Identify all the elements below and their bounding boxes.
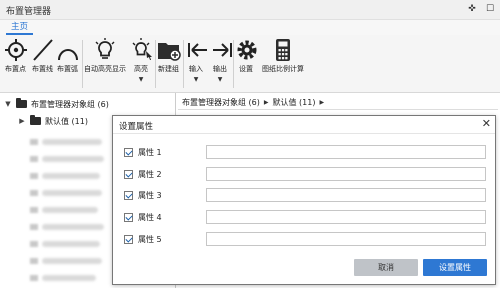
blurred-item-icon	[30, 275, 38, 281]
property-row-4: 属性 4	[124, 210, 162, 224]
property-checkbox[interactable]	[124, 169, 133, 179]
blurred-item	[42, 190, 102, 196]
import-dropdown-icon[interactable]: ▼	[185, 76, 207, 83]
property-checkbox[interactable]	[124, 234, 133, 244]
folder-icon	[16, 98, 27, 108]
property-label: 属性 5	[138, 234, 162, 244]
pin-icon[interactable]: ✜	[466, 3, 478, 15]
window-titlebar: 布置管理器 ✜ ☐	[0, 0, 500, 20]
auto-highlight-label: 自动高亮显示	[84, 65, 126, 73]
tree-root-label: 布置管理器对象组 (6)	[31, 99, 109, 109]
arc-icon	[58, 49, 78, 61]
window-controls: ✜ ☐	[466, 3, 496, 15]
property-label: 属性 4	[138, 212, 162, 222]
property-label: 属性 2	[138, 169, 162, 179]
blurred-item	[42, 241, 100, 247]
property-label: 属性 3	[138, 190, 162, 200]
lightbulb-icon	[95, 38, 115, 59]
ribbon-toolbar: 布置点 布置线 布置弧 自动高亮显示 高亮 ▼ 新建组 输入 ▼ 输出 ▼ 设置…	[0, 35, 500, 93]
place-line-button[interactable]: 布置线	[30, 38, 55, 90]
drawing-scale-button[interactable]: 图纸比例计算	[258, 38, 308, 90]
property-row-5: 属性 5	[124, 232, 162, 246]
ribbon-tabbar: 主页	[0, 20, 500, 35]
settings-button[interactable]: 设置	[234, 38, 258, 90]
place-arc-label: 布置弧	[57, 65, 78, 73]
property-row-1: 属性 1	[124, 145, 162, 159]
arrow-left-icon	[188, 43, 207, 57]
new-group-label: 新建组	[158, 65, 179, 73]
window-title: 布置管理器	[6, 7, 52, 17]
blurred-item	[42, 207, 98, 213]
blurred-item-icon	[30, 258, 38, 264]
highlight-label: 高亮	[134, 65, 148, 73]
import-button[interactable]: 输入 ▼	[185, 38, 207, 90]
place-point-label: 布置点	[5, 65, 26, 73]
export-dropdown-icon[interactable]: ▼	[209, 76, 231, 83]
highlight-button[interactable]: 高亮 ▼	[129, 38, 153, 90]
blurred-item-icon	[30, 207, 38, 213]
property-label: 属性 1	[138, 147, 162, 157]
gear-icon	[237, 40, 257, 60]
place-point-button[interactable]: 布置点	[3, 38, 28, 90]
new-folder-icon	[158, 43, 181, 61]
arrow-right-icon	[213, 43, 232, 57]
property-input[interactable]	[206, 210, 486, 224]
blurred-item	[42, 258, 102, 264]
drawing-scale-label: 图纸比例计算	[262, 65, 304, 73]
export-button[interactable]: 输出 ▼	[209, 38, 232, 90]
property-input[interactable]	[206, 145, 486, 159]
tree-child-node[interactable]: ▶ 默认值 (11)	[18, 114, 88, 128]
export-label: 输出	[213, 65, 227, 73]
breadcrumb-segment[interactable]: 布置管理器对象组 (6)	[182, 97, 260, 108]
property-input[interactable]	[206, 232, 486, 246]
breadcrumb-segment[interactable]: 默认值 (11)	[273, 97, 316, 108]
tree-root-node[interactable]: ▼ 布置管理器对象组 (6)	[4, 97, 109, 111]
import-label: 输入	[189, 65, 203, 73]
place-arc-button[interactable]: 布置弧	[55, 38, 80, 90]
line-icon	[33, 39, 53, 61]
restore-icon[interactable]: ☐	[484, 3, 496, 15]
blurred-item-icon	[30, 139, 38, 145]
close-icon[interactable]: ✕	[482, 118, 491, 130]
property-input[interactable]	[206, 167, 486, 181]
dialog-title: 设置属性	[119, 122, 154, 132]
property-row-3: 属性 3	[124, 188, 162, 202]
place-line-label: 布置线	[32, 65, 53, 73]
highlight-dropdown-icon[interactable]: ▼	[129, 76, 153, 83]
blurred-item-icon	[30, 156, 38, 162]
blurred-item	[42, 173, 100, 179]
blurred-item-icon	[30, 190, 38, 196]
highlight-bulb-icon	[132, 38, 152, 60]
target-icon	[5, 39, 27, 61]
property-input[interactable]	[206, 188, 486, 202]
breadcrumb: 布置管理器对象组 (6) ▶ 默认值 (11) ▶	[178, 95, 498, 110]
property-checkbox[interactable]	[124, 147, 133, 157]
set-properties-dialog: 设置属性 ✕ 属性 1 属性 2 属性 3 属性 4 属性 5 取消 设置属性	[112, 115, 496, 285]
blurred-item	[42, 156, 104, 162]
folder-icon	[30, 115, 41, 125]
set-properties-button[interactable]: 设置属性	[423, 259, 487, 276]
new-group-button[interactable]: 新建组	[156, 38, 181, 90]
blurred-item	[42, 139, 102, 145]
breadcrumb-separator-icon[interactable]: ▶	[264, 99, 269, 106]
expand-arrow-icon[interactable]: ▼	[4, 100, 12, 108]
tab-home[interactable]: 主页	[6, 20, 34, 35]
ribbon-separator	[183, 40, 184, 88]
blurred-item	[42, 224, 104, 230]
dialog-titlebar: 设置属性 ✕	[113, 116, 495, 134]
property-checkbox[interactable]	[124, 212, 133, 222]
blurred-item	[42, 275, 96, 281]
auto-highlight-button[interactable]: 自动高亮显示	[83, 38, 127, 90]
breadcrumb-separator-icon[interactable]: ▶	[319, 99, 324, 106]
settings-label: 设置	[239, 65, 253, 73]
blurred-item-icon	[30, 224, 38, 230]
collapse-arrow-icon[interactable]: ▶	[18, 117, 26, 125]
blurred-item-icon	[30, 173, 38, 179]
property-checkbox[interactable]	[124, 190, 133, 200]
property-row-2: 属性 2	[124, 167, 162, 181]
blurred-item-icon	[30, 241, 38, 247]
tree-child-label: 默认值 (11)	[45, 116, 88, 126]
calculator-icon	[276, 39, 290, 61]
cancel-button[interactable]: 取消	[354, 259, 418, 276]
